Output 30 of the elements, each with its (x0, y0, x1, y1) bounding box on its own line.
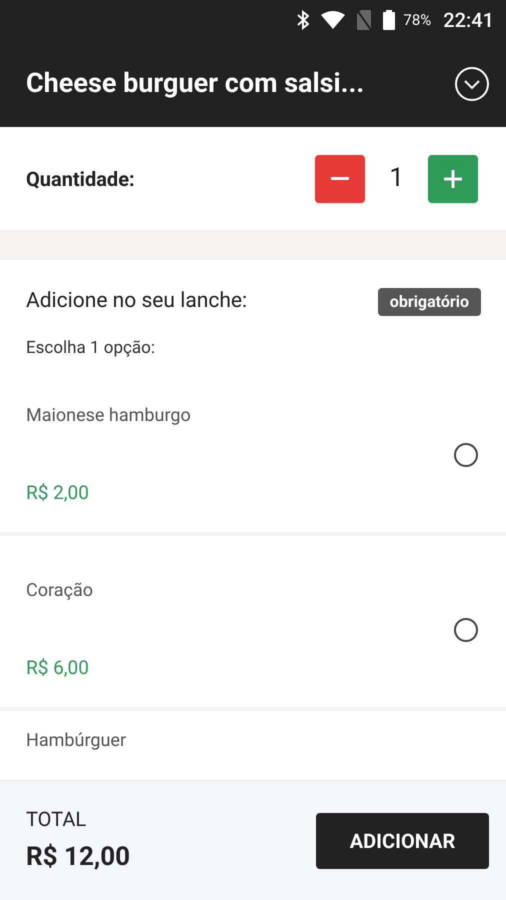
radio-button[interactable] (454, 618, 478, 642)
option-name: Coração (26, 578, 93, 603)
add-button[interactable]: ADICIONAR (316, 812, 489, 868)
wifi-icon (321, 11, 346, 29)
option-price: R$ 6,00 (26, 654, 90, 681)
battery-percent: 78% (403, 10, 432, 31)
option-name: Maionese hamburgo (26, 404, 191, 428)
option-name: Hambúrguer (26, 729, 126, 753)
choice-hint: Escolha 1 opção: (25, 336, 156, 360)
clock: 22:41 (443, 7, 494, 34)
window-title: Cheese burguer com salsi... (26, 66, 364, 102)
minus-icon (331, 177, 350, 180)
total-price: R$ 12,00 (26, 841, 130, 874)
chevron-down-circle-icon[interactable] (454, 66, 490, 102)
option-row[interactable]: Coração R$ 6,00 (0, 536, 506, 711)
radio-button[interactable] (454, 442, 478, 466)
option-price: R$ 2,00 (26, 480, 90, 506)
option-row[interactable]: Hambúrguer (0, 711, 506, 754)
bluetooth-icon (297, 10, 310, 30)
option-row[interactable]: Maionese hamburgo R$ 2,00 (0, 361, 506, 536)
no-sim-icon (357, 10, 372, 30)
section-title: Adicione no seu lanche: (26, 288, 248, 315)
required-tag: obrigatório (378, 288, 481, 316)
quantity-value: 1 (389, 162, 404, 195)
quantity-label: Quantidade: (26, 166, 135, 192)
plus-icon (444, 170, 462, 188)
increase-button[interactable] (428, 154, 478, 202)
total-label: TOTAL (26, 806, 88, 833)
decrease-button[interactable] (315, 154, 366, 202)
battery-icon (383, 10, 396, 30)
